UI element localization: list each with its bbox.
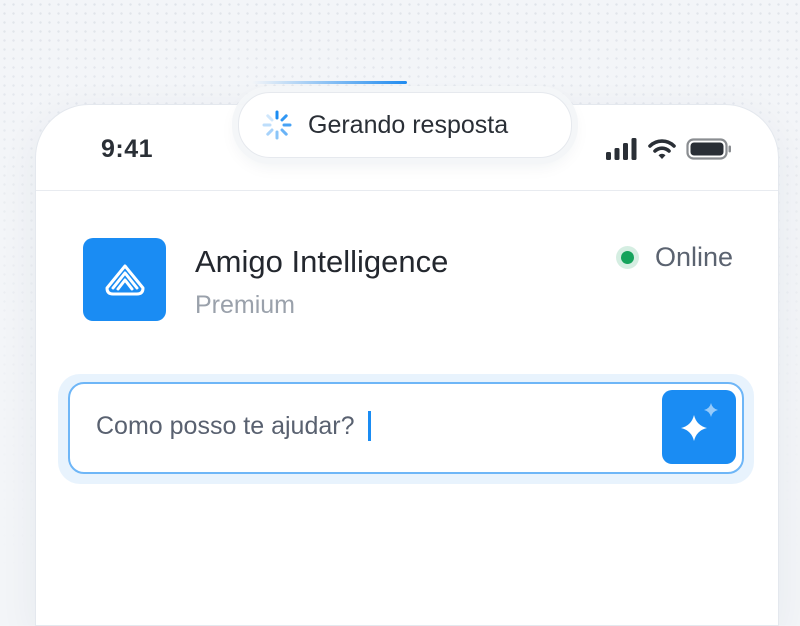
text-caret [368, 411, 372, 441]
online-status-label: Online [654, 242, 733, 272]
cellular-signal-icon [606, 138, 638, 160]
activity-island: Gerando resposta [238, 92, 572, 158]
loading-spinner-icon [261, 109, 293, 141]
amigo-logo-icon [83, 238, 166, 321]
status-time: 9:41 [101, 135, 154, 163]
battery-icon [686, 138, 732, 160]
activity-label: Gerando resposta [308, 110, 509, 139]
sparkles-icon [672, 398, 726, 457]
status-icons [606, 138, 732, 160]
wifi-icon [648, 138, 676, 160]
assistant-tier: Premium [195, 291, 296, 319]
assistant-header: Amigo Intelligence Premium Online [83, 238, 733, 322]
phone-frame: 9:41 Amigo Intelligence Premium Online C… [35, 104, 779, 626]
composer: Como posso te ajudar? [58, 374, 754, 484]
assistant-name: Amigo Intelligence [195, 244, 449, 279]
generation-progress-bar [252, 81, 407, 84]
message-input[interactable]: Como posso te ajudar? [68, 382, 744, 474]
sparkle-send-button[interactable] [662, 390, 736, 464]
online-dot-icon [620, 251, 634, 264]
message-input-placeholder: Como posso te ajudar? [96, 411, 355, 440]
online-status: Online [620, 242, 733, 273]
